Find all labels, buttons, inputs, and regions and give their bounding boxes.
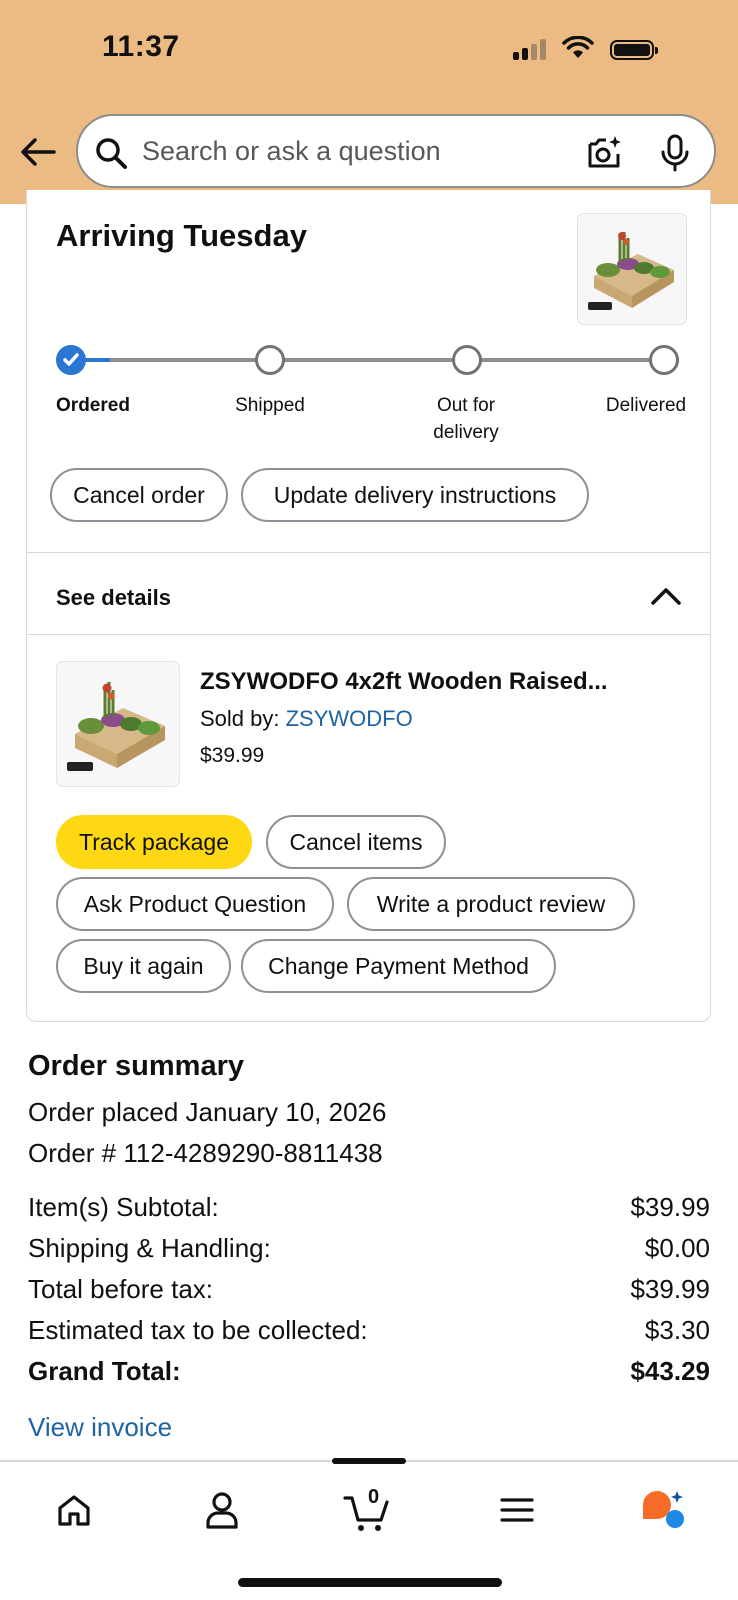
product-price: $39.99 bbox=[200, 744, 265, 767]
step-ordered-node bbox=[56, 345, 86, 375]
summary-label: Estimated tax to be collected: bbox=[28, 1315, 368, 1345]
summary-label: Item(s) Subtotal: bbox=[28, 1192, 219, 1222]
arrival-heading: Arriving Tuesday bbox=[56, 218, 307, 253]
cancel-order-button[interactable]: Cancel order bbox=[50, 468, 228, 522]
nav-home[interactable] bbox=[44, 1480, 104, 1540]
camera-search-icon[interactable] bbox=[586, 134, 624, 172]
checkmark-icon bbox=[63, 353, 79, 366]
sold-by: Sold by: ZSYWODFO bbox=[200, 706, 413, 732]
sold-by-label: Sold by: bbox=[200, 706, 286, 731]
buy-it-again-button[interactable]: Buy it again bbox=[56, 939, 231, 993]
active-tab-indicator bbox=[332, 1458, 406, 1464]
home-indicator bbox=[238, 1578, 502, 1587]
summary-value: $39.99 bbox=[630, 1192, 710, 1222]
step-delivered-label: Delivered bbox=[605, 395, 687, 416]
search-input[interactable]: Search or ask a question bbox=[142, 136, 441, 167]
step-out-for-delivery-label: Out for delivery bbox=[433, 395, 499, 443]
summary-value: $3.30 bbox=[644, 1315, 710, 1345]
order-placed-date: Order placed January 10, 2026 bbox=[28, 1097, 387, 1127]
summary-row: Item(s) Subtotal: $39.99 bbox=[28, 1192, 710, 1223]
product-title[interactable]: ZSYWODFO 4x2ft Wooden Raised... bbox=[200, 668, 608, 696]
wifi-icon bbox=[562, 36, 594, 58]
order-number: Order # 112-4289290-8811438 bbox=[28, 1138, 383, 1168]
battery-icon bbox=[610, 40, 658, 60]
step-shipped-label: Shipped bbox=[235, 395, 305, 416]
write-product-review-button[interactable]: Write a product review bbox=[347, 877, 635, 931]
grand-total-value: $43.29 bbox=[630, 1356, 710, 1386]
microphone-icon[interactable] bbox=[660, 134, 690, 172]
update-delivery-instructions-button[interactable]: Update delivery instructions bbox=[241, 468, 589, 522]
view-invoice-link[interactable]: View invoice bbox=[28, 1412, 172, 1443]
cart-count: 0 bbox=[368, 1486, 380, 1508]
step-delivered-node bbox=[649, 345, 679, 375]
step-out-for-delivery-node bbox=[452, 345, 482, 375]
track-package-button[interactable]: Track package bbox=[56, 815, 252, 869]
nav-cart[interactable]: 0 bbox=[338, 1480, 398, 1540]
summary-row: Shipping & Handling: $0.00 bbox=[28, 1233, 710, 1264]
order-summary-title: Order summary bbox=[28, 1050, 244, 1082]
search-icon bbox=[96, 138, 127, 169]
product-image[interactable] bbox=[57, 662, 179, 786]
ask-product-question-button[interactable]: Ask Product Question bbox=[56, 877, 334, 931]
progress-track bbox=[70, 358, 665, 362]
assistant-icon bbox=[643, 1491, 684, 1528]
seller-link[interactable]: ZSYWODFO bbox=[286, 706, 413, 731]
menu-icon bbox=[500, 1498, 534, 1522]
grand-total-row: Grand Total: $43.29 bbox=[28, 1356, 710, 1387]
summary-value: $0.00 bbox=[644, 1233, 710, 1263]
product-thumbnail[interactable] bbox=[578, 214, 686, 324]
summary-label: Total before tax: bbox=[28, 1274, 213, 1304]
raised-garden-bed-image bbox=[67, 682, 165, 771]
change-payment-method-button[interactable]: Change Payment Method bbox=[241, 939, 556, 993]
divider bbox=[26, 552, 711, 553]
status-icons bbox=[513, 36, 658, 60]
see-details-toggle[interactable]: See details bbox=[56, 585, 171, 611]
step-shipped-node bbox=[255, 345, 285, 375]
signal-icon bbox=[513, 38, 546, 60]
divider bbox=[26, 634, 711, 635]
chevron-up-icon[interactable] bbox=[650, 586, 682, 606]
grand-total-label: Grand Total: bbox=[28, 1356, 181, 1386]
account-icon bbox=[206, 1492, 238, 1529]
raised-garden-bed-image bbox=[588, 232, 674, 310]
home-icon bbox=[58, 1495, 90, 1526]
step-ordered-label: Ordered bbox=[56, 395, 130, 416]
summary-row: Estimated tax to be collected: $3.30 bbox=[28, 1315, 710, 1346]
summary-value: $39.99 bbox=[630, 1274, 710, 1304]
nav-assistant[interactable] bbox=[632, 1480, 692, 1540]
status-time: 11:37 bbox=[102, 30, 180, 63]
search-bar[interactable]: Search or ask a question bbox=[76, 114, 716, 188]
back-arrow-icon[interactable] bbox=[18, 134, 58, 170]
summary-label: Shipping & Handling: bbox=[28, 1233, 271, 1263]
nav-menu[interactable] bbox=[487, 1480, 547, 1540]
summary-row: Total before tax: $39.99 bbox=[28, 1274, 710, 1305]
nav-account[interactable] bbox=[192, 1480, 252, 1540]
cancel-items-button[interactable]: Cancel items bbox=[266, 815, 446, 869]
